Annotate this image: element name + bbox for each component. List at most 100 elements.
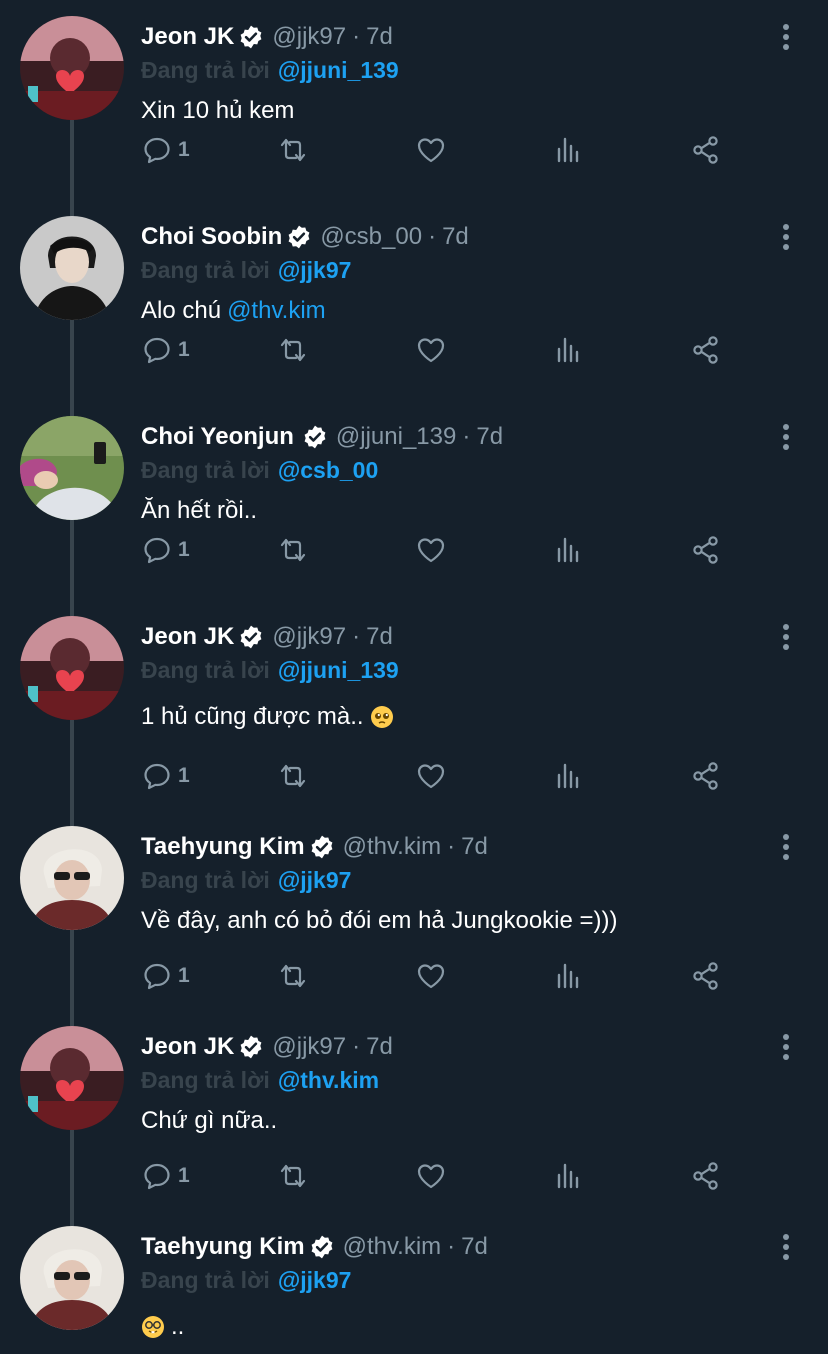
like-button[interactable] — [416, 334, 446, 366]
more-vertical-icon[interactable] — [770, 20, 802, 54]
tweet-text-body: Về đây, anh có bỏ đói em hả Jungkookie =… — [141, 907, 618, 934]
reply-button[interactable]: 1 — [142, 760, 190, 792]
user-handle[interactable]: @thv.kim — [343, 1233, 442, 1261]
display-name[interactable]: Taehyung Kim — [141, 1233, 305, 1261]
timestamp[interactable]: 7d — [461, 833, 488, 861]
retweet-button[interactable] — [278, 960, 308, 992]
reply-to-handle[interactable]: @jjk97 — [278, 1267, 352, 1294]
reply-button[interactable]: 1 — [142, 334, 190, 366]
tweet[interactable]: Jeon JK @jjk97 · 7d Đang trả lời @thv.ki… — [0, 1010, 828, 1210]
share-button[interactable] — [691, 1160, 721, 1192]
user-handle[interactable]: @thv.kim — [343, 833, 442, 861]
separator-dot: · — [352, 23, 361, 50]
timestamp[interactable]: 7d — [476, 423, 503, 451]
retweet-button[interactable] — [278, 134, 308, 166]
reply-button[interactable]: 1 — [142, 534, 190, 566]
display-name[interactable]: Jeon JK — [141, 23, 234, 51]
avatar-yeonjun[interactable] — [20, 416, 124, 520]
tweet-text-body: Alo chú — [141, 297, 222, 324]
share-button[interactable] — [691, 960, 721, 992]
reply-to-handle[interactable]: @jjk97 — [278, 257, 352, 284]
share-icon — [693, 336, 718, 364]
reply-to-handle[interactable]: @jjk97 — [278, 867, 352, 894]
more-vertical-icon[interactable] — [770, 420, 802, 454]
reply-button[interactable]: 1 — [142, 1160, 190, 1192]
share-button[interactable] — [691, 134, 721, 166]
retweet-button[interactable] — [278, 334, 308, 366]
share-button[interactable] — [691, 334, 721, 366]
more-vertical-icon[interactable] — [770, 1030, 802, 1064]
like-button[interactable] — [416, 134, 446, 166]
tweet-header: Choi Soobin @csb_00 · 7d — [141, 220, 469, 254]
like-button[interactable] — [416, 534, 446, 566]
retweet-button[interactable] — [278, 534, 308, 566]
share-button[interactable] — [691, 534, 721, 566]
tweet-text: Xin 10 hủ kem — [141, 94, 294, 128]
share-button[interactable] — [691, 760, 721, 792]
display-name[interactable]: Taehyung Kim — [141, 833, 305, 861]
mention-link[interactable]: @thv.kim — [227, 297, 326, 325]
stats-button[interactable] — [554, 534, 584, 566]
retweet-button[interactable] — [278, 1160, 308, 1192]
verified-badge-icon — [240, 625, 262, 649]
user-handle[interactable]: @jjuni_139 — [336, 423, 456, 451]
user-handle[interactable]: @csb_00 — [320, 223, 422, 251]
display-name[interactable]: Jeon JK — [141, 1033, 234, 1061]
reply-button[interactable]: 1 — [142, 960, 190, 992]
display-name[interactable]: Jeon JK — [141, 623, 234, 651]
timestamp[interactable]: 7d — [461, 1233, 488, 1261]
tweet[interactable]: Jeon JK @jjk97 · 7d Đang trả lời @jjuni_… — [0, 0, 828, 200]
verified-badge-icon — [240, 1035, 262, 1059]
tweet[interactable]: Choi Yeonjun @jjuni_139 · 7d Đang trả lờ… — [0, 400, 828, 600]
user-handle[interactable]: @jjk97 — [272, 1033, 346, 1061]
timestamp[interactable]: 7d — [366, 1033, 393, 1061]
avatar-jk[interactable] — [20, 1026, 124, 1130]
timestamp[interactable]: 7d — [366, 23, 393, 51]
avatar-taehyung[interactable] — [20, 826, 124, 930]
stats-button[interactable] — [554, 960, 584, 992]
tweet-text-body: 1 hủ cũng được mà.. — [141, 703, 364, 730]
tweet[interactable]: Choi Soobin @csb_00 · 7d Đang trả lời @j… — [0, 200, 828, 400]
share-icon — [693, 536, 718, 564]
more-vertical-icon[interactable] — [770, 220, 802, 254]
more-vertical-icon[interactable] — [770, 1230, 802, 1264]
user-handle[interactable]: @jjk97 — [272, 623, 346, 651]
stats-button[interactable] — [554, 334, 584, 366]
more-vertical-icon[interactable] — [770, 620, 802, 654]
heart-icon — [417, 964, 445, 989]
timestamp[interactable]: 7d — [442, 223, 469, 251]
reply-to-handle[interactable]: @jjuni_139 — [278, 657, 399, 684]
user-handle[interactable]: @jjk97 — [272, 23, 346, 51]
speech-bubble-icon — [144, 1163, 170, 1190]
tweet[interactable]: Jeon JK @jjk97 · 7d Đang trả lời @jjuni_… — [0, 600, 828, 810]
stats-button[interactable] — [554, 134, 584, 166]
tweet[interactable]: Taehyung Kim @thv.kim · 7d Đang trả lời … — [0, 1210, 828, 1354]
like-button[interactable] — [416, 960, 446, 992]
like-button[interactable] — [416, 1160, 446, 1192]
avatar-jk[interactable] — [20, 16, 124, 120]
reply-to-handle[interactable]: @thv.kim — [278, 1067, 379, 1094]
timestamp[interactable]: 7d — [366, 623, 393, 651]
avatar-taehyung[interactable] — [20, 1226, 124, 1330]
retweet-button[interactable] — [278, 760, 308, 792]
reply-to-handle[interactable]: @csb_00 — [278, 457, 378, 484]
more-vertical-icon[interactable] — [770, 830, 802, 864]
tweet-header: Choi Yeonjun @jjuni_139 · 7d — [141, 420, 503, 454]
stats-button[interactable] — [554, 760, 584, 792]
share-icon — [693, 136, 718, 164]
display-name[interactable]: Choi Soobin — [141, 223, 282, 251]
tweet[interactable]: Taehyung Kim @thv.kim · 7d Đang trả lời … — [0, 810, 828, 1010]
display-name[interactable]: Choi Yeonjun — [141, 423, 294, 451]
stats-button[interactable] — [554, 1160, 584, 1192]
replying-to: Đang trả lời @csb_00 — [141, 454, 378, 486]
avatar-jk[interactable] — [20, 616, 124, 720]
reply-to-handle[interactable]: @jjuni_139 — [278, 57, 399, 84]
retweet-arrows-icon — [280, 764, 306, 788]
reply-button[interactable]: 1 — [142, 134, 190, 166]
tweet-text: Ăn hết rồi.. — [141, 494, 257, 528]
tweet-actions: 1 — [140, 1160, 740, 1192]
bar-chart-icon — [557, 1163, 579, 1189]
separator-dot: · — [447, 1233, 456, 1260]
like-button[interactable] — [416, 760, 446, 792]
avatar-soobin[interactable] — [20, 216, 124, 320]
